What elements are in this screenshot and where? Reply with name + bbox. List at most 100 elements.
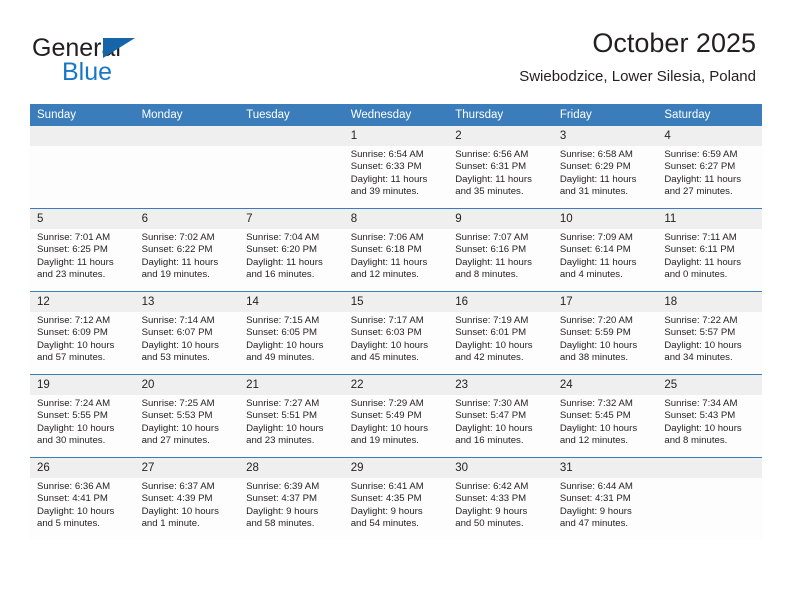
calendar-day-cell[interactable]: 20 Sunrise: 7:25 AM Sunset: 5:53 PM Dayligh…: [134, 374, 240, 458]
day-number: 14: [239, 292, 344, 312]
day-details: Sunrise: 6:56 AM Sunset: 6:31 PM Daylight:…: [448, 146, 553, 198]
day-sunrise-line: Sunrise: 6:59 AM: [664, 149, 738, 160]
day-sunset-line: Sunset: 5:51 PM: [246, 410, 318, 422]
day-sunrise-line: Sunrise: 6:56 AM: [455, 149, 529, 160]
calendar-day-cell-empty: [134, 126, 240, 209]
calendar-day-cell[interactable]: 7 Sunrise: 7:04 AM Sunset: 6:20 PM Daylight…: [239, 208, 344, 292]
day-sunset-line: Sunset: 5:49 PM: [350, 410, 422, 422]
day-sunrise-line: Sunrise: 7:20 AM: [559, 315, 633, 326]
day-daylight-line: Daylight: 11 hours: [455, 173, 532, 185]
calendar-day-cell[interactable]: 31 Sunrise: 6:44 AM Sunset: 4:31 PM Dayligh…: [552, 457, 658, 540]
calendar-day-cell[interactable]: 24 Sunrise: 7:32 AM Sunset: 5:45 PM Dayligh…: [552, 374, 658, 458]
calendar-week-row: 5 Sunrise: 7:01 AM Sunset: 6:25 PM Daylight…: [30, 208, 762, 292]
day-details: Sunrise: 7:01 AM Sunset: 6:25 PM Daylight:…: [30, 229, 135, 281]
day-details: Sunrise: 7:20 AM Sunset: 5:59 PM Daylight:…: [553, 312, 658, 364]
calendar-day-cell[interactable]: 13 Sunrise: 7:14 AM Sunset: 6:07 PM Dayligh…: [134, 291, 240, 375]
day-daylight-line: Daylight: 10 hours: [664, 339, 742, 351]
calendar-day-cell[interactable]: 15 Sunrise: 7:17 AM Sunset: 6:03 PM Dayligh…: [343, 291, 449, 375]
day-daylight-line: and 34 minutes.: [664, 351, 733, 363]
calendar-day-cell[interactable]: 29 Sunrise: 6:41 AM Sunset: 4:35 PM Dayligh…: [343, 457, 449, 540]
day-sunset-line: Sunset: 6:31 PM: [455, 161, 527, 173]
calendar-day-cell[interactable]: 18 Sunrise: 7:22 AM Sunset: 5:57 PM Dayligh…: [657, 291, 762, 375]
day-details: Sunrise: 6:37 AM Sunset: 4:39 PM Daylight:…: [135, 478, 240, 530]
brand-logo[interactable]: General Blue: [32, 34, 262, 94]
day-details: Sunrise: 6:44 AM Sunset: 4:31 PM Daylight:…: [553, 478, 658, 530]
day-details: Sunrise: 7:09 AM Sunset: 6:14 PM Daylight:…: [553, 229, 658, 281]
calendar-day-cell[interactable]: 12 Sunrise: 7:12 AM Sunset: 6:09 PM Dayligh…: [30, 291, 135, 375]
day-daylight-line: Daylight: 9 hours: [350, 505, 423, 517]
page-subtitle: Swiebodzice, Lower Silesia, Poland: [519, 68, 756, 85]
calendar-day-cell[interactable]: 19 Sunrise: 7:24 AM Sunset: 5:55 PM Dayligh…: [30, 374, 135, 458]
weekday-header-wednesday: Wednesday: [343, 104, 449, 126]
calendar-day-cell[interactable]: 8 Sunrise: 7:06 AM Sunset: 6:18 PM Daylight…: [343, 208, 449, 292]
day-details: Sunrise: 7:22 AM Sunset: 5:57 PM Daylight:…: [657, 312, 762, 364]
weekday-header-saturday: Saturday: [657, 104, 762, 126]
calendar-day-cell[interactable]: 21 Sunrise: 7:27 AM Sunset: 5:51 PM Dayligh…: [239, 374, 344, 458]
calendar-day-cell[interactable]: 28 Sunrise: 6:39 AM Sunset: 4:37 PM Dayligh…: [239, 457, 344, 540]
day-sunset-line: Sunset: 6:27 PM: [664, 161, 736, 173]
calendar-day-cell[interactable]: 27 Sunrise: 6:37 AM Sunset: 4:39 PM Dayligh…: [134, 457, 240, 540]
day-daylight-line: Daylight: 10 hours: [455, 339, 533, 351]
weekday-header-friday: Friday: [552, 104, 658, 126]
day-sunrise-line: Sunrise: 6:58 AM: [559, 149, 633, 160]
day-number: 4: [657, 126, 762, 146]
day-daylight-line: and 8 minutes.: [455, 268, 519, 280]
calendar-day-cell[interactable]: 26 Sunrise: 6:36 AM Sunset: 4:41 PM Dayligh…: [30, 457, 135, 540]
day-sunset-line: Sunset: 5:57 PM: [664, 327, 736, 339]
day-daylight-line: Daylight: 10 hours: [141, 505, 219, 517]
day-number: 19: [30, 375, 135, 395]
day-daylight-line: and 12 minutes.: [350, 268, 419, 280]
day-sunset-line: Sunset: 6:18 PM: [350, 244, 422, 256]
calendar-day-cell[interactable]: 2 Sunrise: 6:56 AM Sunset: 6:31 PM Daylight…: [448, 126, 553, 209]
calendar-day-cell[interactable]: 1 Sunrise: 6:54 AM Sunset: 6:33 PM Daylight…: [343, 126, 449, 209]
calendar-day-cell[interactable]: 17 Sunrise: 7:20 AM Sunset: 5:59 PM Dayligh…: [552, 291, 658, 375]
day-details: Sunrise: 6:39 AM Sunset: 4:37 PM Daylight:…: [239, 478, 344, 530]
day-number: 2: [448, 126, 553, 146]
day-details: Sunrise: 7:19 AM Sunset: 6:01 PM Daylight:…: [448, 312, 553, 364]
day-sunset-line: Sunset: 5:43 PM: [664, 410, 736, 422]
day-number: [30, 126, 135, 146]
day-daylight-line: Daylight: 11 hours: [350, 173, 428, 185]
day-sunrise-line: Sunrise: 7:15 AM: [246, 315, 320, 326]
calendar-day-cell[interactable]: 23 Sunrise: 7:30 AM Sunset: 5:47 PM Dayligh…: [448, 374, 553, 458]
day-daylight-line: Daylight: 11 hours: [37, 256, 114, 268]
day-sunset-line: Sunset: 6:20 PM: [246, 244, 318, 256]
day-sunrise-line: Sunrise: 7:30 AM: [455, 398, 529, 409]
day-sunrise-line: Sunrise: 7:19 AM: [455, 315, 529, 326]
calendar-day-cell[interactable]: 22 Sunrise: 7:29 AM Sunset: 5:49 PM Dayligh…: [343, 374, 449, 458]
day-number: 18: [657, 292, 762, 312]
day-daylight-line: and 35 minutes.: [455, 185, 524, 197]
day-sunrise-line: Sunrise: 6:39 AM: [246, 481, 320, 492]
calendar-day-cell[interactable]: 5 Sunrise: 7:01 AM Sunset: 6:25 PM Daylight…: [30, 208, 135, 292]
calendar-day-cell[interactable]: 6 Sunrise: 7:02 AM Sunset: 6:22 PM Daylight…: [134, 208, 240, 292]
day-number: 29: [343, 458, 449, 478]
day-sunset-line: Sunset: 6:01 PM: [455, 327, 527, 339]
day-number: 26: [30, 458, 135, 478]
day-daylight-line: and 4 minutes.: [559, 268, 623, 280]
day-number: 10: [552, 209, 658, 229]
day-daylight-line: and 54 minutes.: [350, 517, 419, 529]
calendar-day-cell[interactable]: 4 Sunrise: 6:59 AM Sunset: 6:27 PM Daylight…: [657, 126, 762, 209]
day-details: Sunrise: 7:02 AM Sunset: 6:22 PM Daylight:…: [135, 229, 240, 281]
day-number: 25: [657, 375, 762, 395]
calendar-day-cell[interactable]: 16 Sunrise: 7:19 AM Sunset: 6:01 PM Dayligh…: [448, 291, 553, 375]
day-sunrise-line: Sunrise: 7:07 AM: [455, 232, 529, 243]
day-sunrise-line: Sunrise: 7:14 AM: [141, 315, 215, 326]
day-number: 31: [552, 458, 658, 478]
calendar-day-cell[interactable]: 3 Sunrise: 6:58 AM Sunset: 6:29 PM Daylight…: [552, 126, 658, 209]
day-daylight-line: Daylight: 11 hours: [246, 256, 323, 268]
day-number: 28: [239, 458, 344, 478]
day-details: Sunrise: 7:04 AM Sunset: 6:20 PM Daylight:…: [239, 229, 344, 281]
calendar-day-cell[interactable]: 11 Sunrise: 7:11 AM Sunset: 6:11 PM Dayligh…: [657, 208, 762, 292]
calendar-day-cell[interactable]: 25 Sunrise: 7:34 AM Sunset: 5:43 PM Dayligh…: [657, 374, 762, 458]
day-sunrise-line: Sunrise: 7:02 AM: [141, 232, 215, 243]
day-daylight-line: and 23 minutes.: [246, 434, 315, 446]
calendar-day-cell[interactable]: 30 Sunrise: 6:42 AM Sunset: 4:33 PM Dayligh…: [448, 457, 553, 540]
weekday-header-sunday: Sunday: [30, 104, 135, 126]
day-details: Sunrise: 6:59 AM Sunset: 6:27 PM Daylight:…: [657, 146, 762, 198]
calendar-day-cell[interactable]: 9 Sunrise: 7:07 AM Sunset: 6:16 PM Daylight…: [448, 208, 553, 292]
day-number: 20: [134, 375, 240, 395]
calendar-day-cell[interactable]: 10 Sunrise: 7:09 AM Sunset: 6:14 PM Dayligh…: [552, 208, 658, 292]
day-daylight-line: and 50 minutes.: [455, 517, 524, 529]
calendar-day-cell[interactable]: 14 Sunrise: 7:15 AM Sunset: 6:05 PM Dayligh…: [239, 291, 344, 375]
